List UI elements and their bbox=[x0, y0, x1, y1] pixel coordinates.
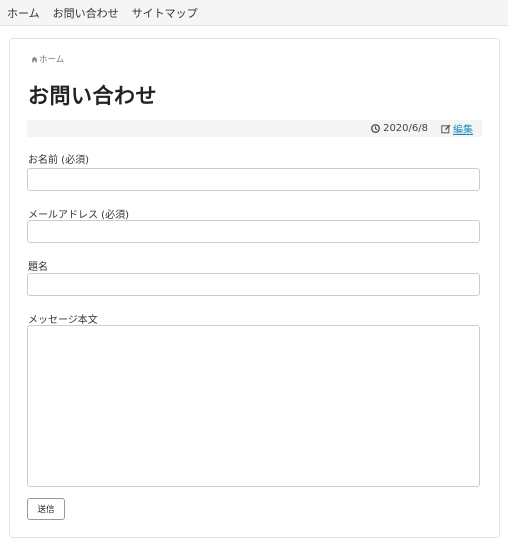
breadcrumb-home-link[interactable]: ホーム bbox=[39, 53, 64, 65]
edit-link[interactable]: 編集 bbox=[453, 121, 473, 136]
submit-button[interactable]: 送信 bbox=[27, 498, 65, 520]
clock-icon bbox=[371, 124, 380, 133]
top-navigation: ホーム お問い合わせ サイトマップ bbox=[0, 0, 508, 26]
edit-icon bbox=[441, 124, 451, 133]
post-date: 2020/6/8 bbox=[383, 123, 428, 134]
message-textarea[interactable] bbox=[27, 325, 480, 487]
post-meta-bar: 2020/6/8 編集 bbox=[27, 120, 482, 137]
nav-item-home[interactable]: ホーム bbox=[7, 5, 40, 21]
home-icon bbox=[31, 56, 38, 62]
subject-field[interactable] bbox=[27, 273, 480, 296]
name-label: お名前 (必須) bbox=[28, 155, 89, 166]
subject-label: 題名 bbox=[28, 262, 48, 273]
page-title: お問い合わせ bbox=[28, 84, 157, 108]
name-field[interactable] bbox=[27, 168, 480, 191]
email-label: メールアドレス (必須) bbox=[28, 210, 129, 221]
email-field[interactable] bbox=[27, 220, 480, 243]
nav-item-sitemap[interactable]: サイトマップ bbox=[132, 5, 198, 21]
nav-item-contact[interactable]: お問い合わせ bbox=[53, 5, 119, 21]
message-label: メッセージ本文 bbox=[28, 315, 98, 326]
breadcrumb: ホーム bbox=[31, 53, 64, 65]
